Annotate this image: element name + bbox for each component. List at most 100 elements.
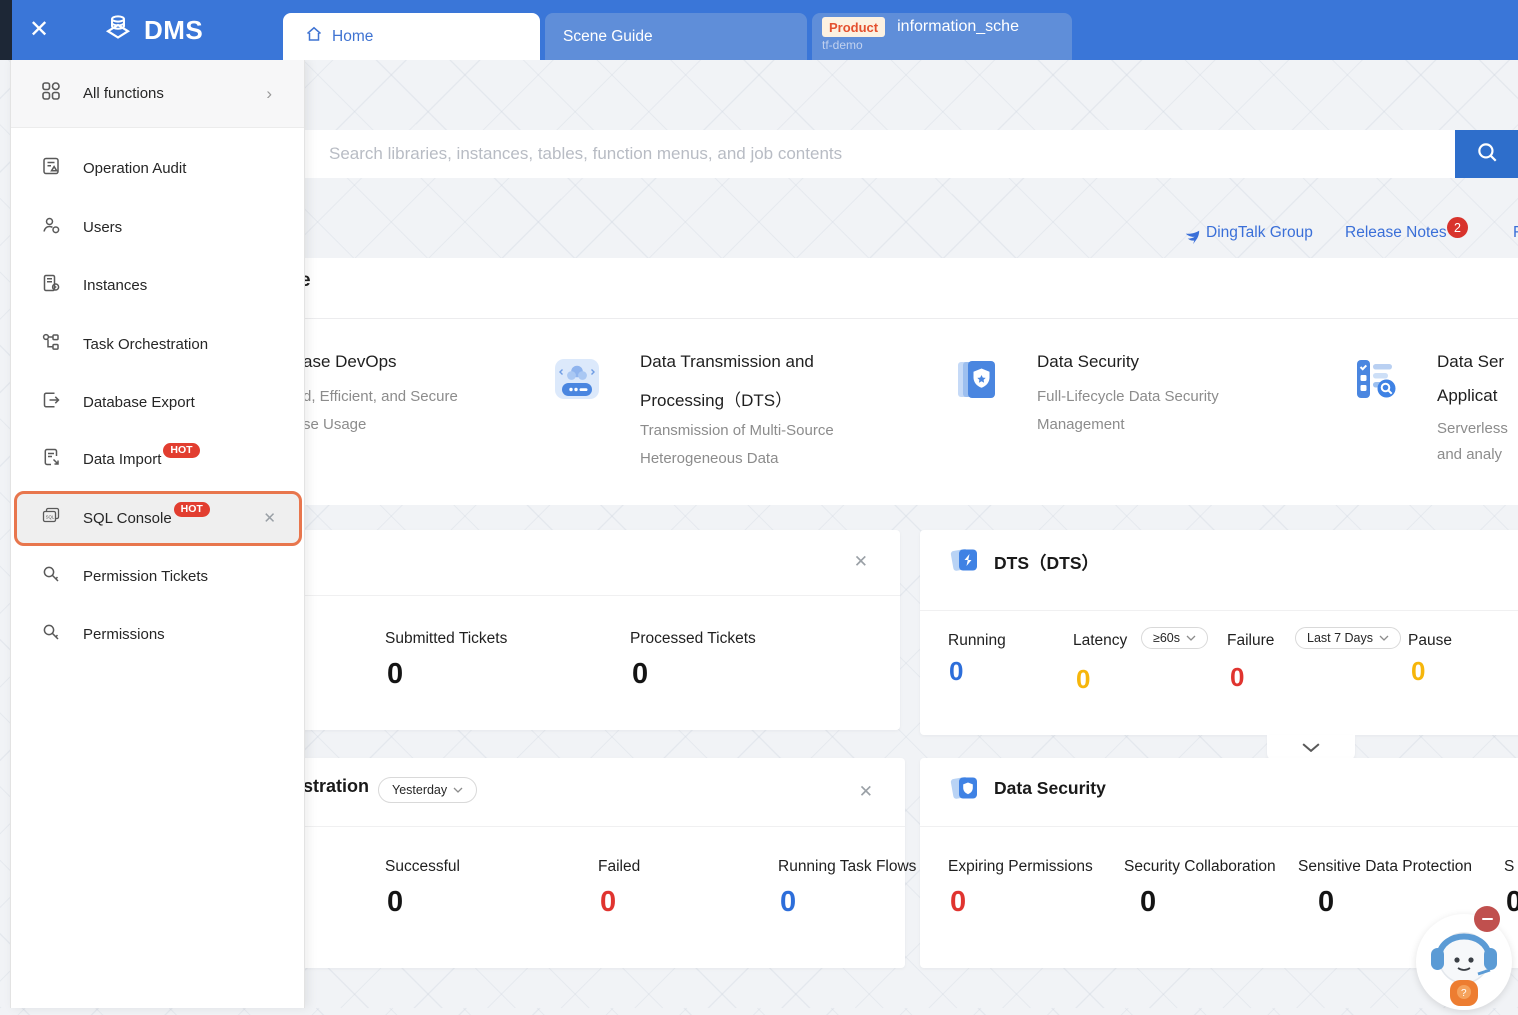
audit-document-icon [41,156,61,181]
stat-value: 0 [950,886,966,919]
stat-value: 0 [600,886,616,919]
sql-console-close-icon[interactable]: ✕ [263,509,276,527]
task-orchestration-close-icon[interactable]: ✕ [859,782,873,802]
server-icon [41,273,61,298]
data-security-panel-title: Data Security [994,778,1106,799]
stat-label: S [1504,858,1514,876]
chevron-down-icon [1302,739,1320,757]
import-icon [41,447,61,472]
stat-value: 0 [949,656,963,687]
panel-divider [920,826,1518,827]
search-button[interactable] [1455,130,1518,178]
card-subtitle: and analy [1437,446,1502,463]
data-service-card-icon [1353,355,1401,408]
failure-filter-dropdown[interactable]: Last 7 Days [1295,627,1401,649]
stat-value: 0 [1318,886,1334,919]
sidebar-item-label: Database Export [83,394,195,411]
tab-info-sublabel: tf-demo [822,38,1072,52]
hot-badge: HOT [174,502,210,517]
stat-value: 0 [632,658,648,691]
robot-icon: ? [1416,914,1512,1010]
dts-card-icon [553,355,601,408]
sidebar-item-permission-tickets[interactable]: Permission Tickets [11,554,304,598]
card-subtitle: Full-Lifecycle Data Security [1037,388,1219,405]
tab-info-label: information_sche [897,18,1019,36]
menu-close-icon[interactable]: ✕ [22,14,56,46]
panel-divider [920,610,1518,611]
svg-text:SQL: SQL [46,514,55,519]
all-functions-label: All functions [83,85,164,102]
sidebar-item-label: Permissions [83,626,165,643]
stat-label: Pause [1408,632,1452,650]
home-icon [305,25,323,48]
tab-home[interactable]: Home [283,13,540,60]
stat-label: Successful [385,858,460,876]
user-icon [41,215,61,240]
stat-value: 0 [387,886,403,919]
tab-home-label: Home [332,28,373,46]
functions-dropdown-menu: All functions › Operation Audit Users In… [10,60,305,1008]
dts-panel-icon [950,545,980,580]
stat-label: Submitted Tickets [385,630,507,648]
card-title: Processing（DTS） [640,386,792,411]
release-notes-link[interactable]: Release Notes [1345,224,1447,242]
stat-value: 0 [1140,886,1156,919]
tickets-panel-close-icon[interactable]: ✕ [854,552,868,572]
stat-label: Failed [598,858,640,876]
dts-panel: DTS（DTS） Running 0 Latency ≥60s 0 Failur… [920,530,1518,735]
sidebar-item-instances[interactable]: Instances [11,263,304,307]
data-security-panel-icon [950,773,980,808]
assistant-minimize-badge[interactable] [1474,906,1500,932]
data-security-card-icon [953,355,1001,408]
stat-value: 0 [780,886,796,919]
tab-information-schema[interactable]: Product information_sche tf-demo [812,13,1072,60]
clipped-link-fragment[interactable]: F [1513,224,1518,242]
stat-value: 0 [387,658,403,691]
search-icon [1475,140,1499,169]
header-left-dark-strip [0,0,12,60]
global-search-input[interactable] [305,130,1455,178]
stat-value: 0 [1230,662,1244,693]
release-notes-count-badge: 2 [1447,217,1468,238]
latency-filter-dropdown[interactable]: ≥60s [1141,627,1208,649]
card-title: ase DevOps [303,352,397,372]
card-title: Data Ser [1437,352,1504,372]
filter-value: Last 7 Days [1307,631,1373,645]
task-orchestration-title-fragment: stration [303,776,369,797]
key-icon [41,622,61,647]
dms-logo[interactable]: DMS [100,10,203,50]
sidebar-item-data-import[interactable]: Data Import HOT [11,437,304,481]
hot-badge: HOT [163,443,199,458]
dingtalk-group-link[interactable]: DingTalk Group [1206,224,1313,242]
sidebar-item-label: SQL Console [83,510,172,527]
sidebar-item-database-export[interactable]: Database Export [11,380,304,424]
stat-label: Failure [1227,632,1274,650]
stat-label: Running [948,632,1006,650]
filter-value: Yesterday [392,783,447,797]
sidebar-item-label: Users [83,219,122,236]
card-title: Data Security [1037,352,1139,372]
card-subtitle: Management [1037,416,1125,433]
stat-value: 0 [1076,664,1090,695]
sidebar-item-operation-audit[interactable]: Operation Audit [11,146,304,190]
sidebar-item-sql-console[interactable]: SQL SQL Console HOT ✕ [11,496,304,540]
sidebar-item-users[interactable]: Users [11,205,304,249]
sidebar-item-label: Operation Audit [83,160,186,177]
stat-value: 0 [1411,656,1425,687]
sidebar-item-label: Instances [83,277,147,294]
stat-label: Processed Tickets [630,630,756,648]
assistant-robot-button[interactable]: ? [1416,914,1512,1010]
sidebar-item-label: Task Orchestration [83,336,208,353]
dms-logo-icon [100,10,136,51]
stat-label: Latency [1073,632,1127,650]
sidebar-item-task-orchestration[interactable]: Task Orchestration [11,322,304,366]
sidebar-item-permissions[interactable]: Permissions [11,612,304,656]
filter-value: ≥60s [1153,631,1180,645]
stat-label: Security Collaboration [1124,858,1276,876]
task-orchestration-filter-dropdown[interactable]: Yesterday [378,777,477,803]
stat-label: Running Task Flows [778,858,916,876]
card-title: Applicat [1437,386,1497,406]
tab-scene-guide[interactable]: Scene Guide [545,13,807,60]
sidebar-item-all-functions[interactable]: All functions › [11,60,304,128]
stat-label: Sensitive Data Protection [1298,858,1472,876]
